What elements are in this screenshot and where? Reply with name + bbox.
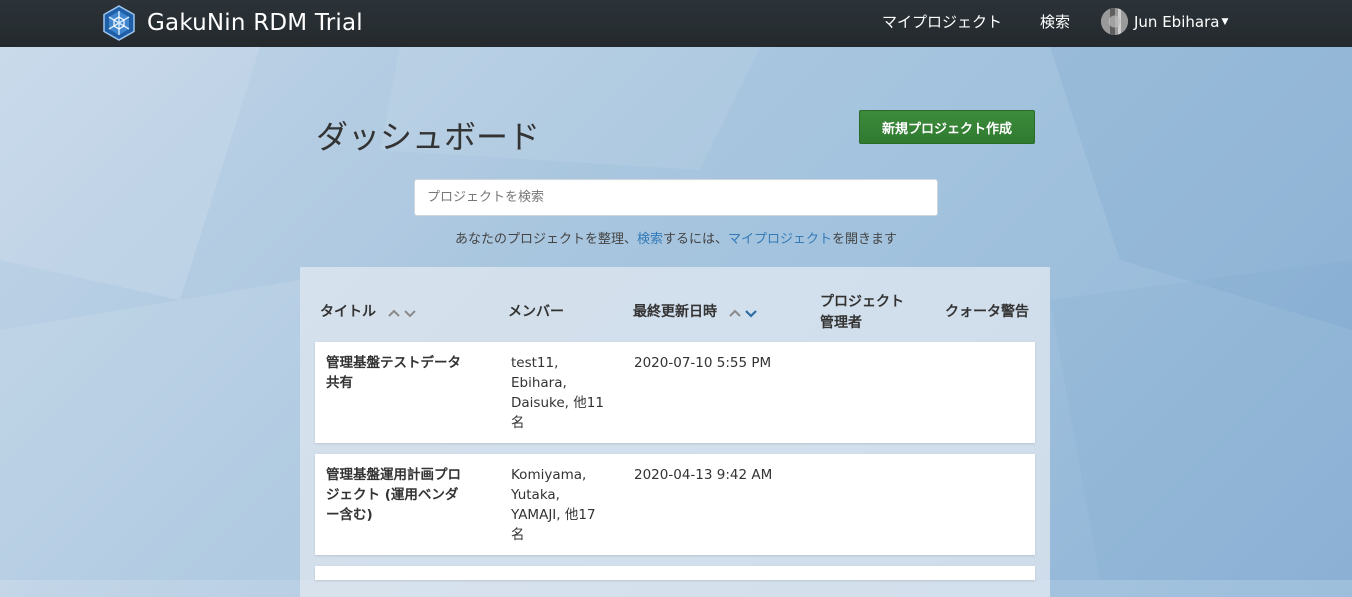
column-header-admin: プロジェクト 管理者 xyxy=(820,294,904,331)
avatar xyxy=(1101,8,1128,35)
user-name: Jun Ebihara xyxy=(1134,12,1220,31)
column-header-updated[interactable]: 最終更新日時 xyxy=(633,301,758,321)
row-title[interactable]: 管理基盤運用計画プロジェクト (運用ベンダー含む) xyxy=(326,465,471,525)
new-project-button[interactable]: 新規プロジェクト作成 xyxy=(859,110,1035,144)
column-header-title[interactable]: タイトル xyxy=(320,301,417,321)
brand[interactable]: GakuNin RDM Trial xyxy=(101,5,363,41)
row-members: test11, Ebihara, Daisuke, 他11名 xyxy=(511,355,604,431)
my-projects-link[interactable]: マイプロジェクト xyxy=(728,232,832,247)
sort-updated-icons[interactable] xyxy=(728,306,758,319)
helper-suffix: を開きます xyxy=(832,232,898,247)
user-menu[interactable]: Jun Ebihara ▼ xyxy=(1101,8,1228,35)
nav-my-projects[interactable]: マイプロジェクト xyxy=(882,11,1002,32)
search-link[interactable]: 検索 xyxy=(637,232,663,247)
row-title[interactable]: 管理基盤テストデータ共有 xyxy=(326,353,471,393)
search-helper-text: あなたのプロジェクトを整理、検索するには、マイプロジェクトを開きます xyxy=(0,228,1352,247)
column-header-quota: クォータ警告 xyxy=(945,304,1029,320)
nav-search[interactable]: 検索 xyxy=(1040,11,1070,32)
brand-name: GakuNin RDM Trial xyxy=(147,10,363,36)
column-header-members: メンバー xyxy=(508,304,564,320)
search-input[interactable] xyxy=(414,179,938,216)
caret-down-icon: ▼ xyxy=(1221,16,1229,27)
gakunin-logo-icon xyxy=(103,5,135,41)
row-updated: 2020-04-13 9:42 AM xyxy=(634,467,773,483)
table-row[interactable]: 管理基盤テストデータ共有 test11, Ebihara, Daisuke, 他… xyxy=(315,342,1035,443)
row-updated: 2020-07-10 5:55 PM xyxy=(634,355,772,371)
sort-title-icons[interactable] xyxy=(387,306,417,319)
row-members: Komiyama, Yutaka, YAMAJI, 他17名 xyxy=(511,467,596,543)
page-title: ダッシュボード xyxy=(316,118,541,156)
top-navbar: GakuNin RDM Trial マイプロジェクト 検索 Jun Ebihar… xyxy=(0,0,1352,47)
table-row[interactable]: 管理基盤運用計画プロジェクト (運用ベンダー含む) Komiyama, Yuta… xyxy=(315,454,1035,555)
helper-middle: するには、 xyxy=(662,232,728,247)
helper-prefix: あなたのプロジェクトを整理、 xyxy=(454,232,637,247)
table-row[interactable] xyxy=(315,566,1035,580)
